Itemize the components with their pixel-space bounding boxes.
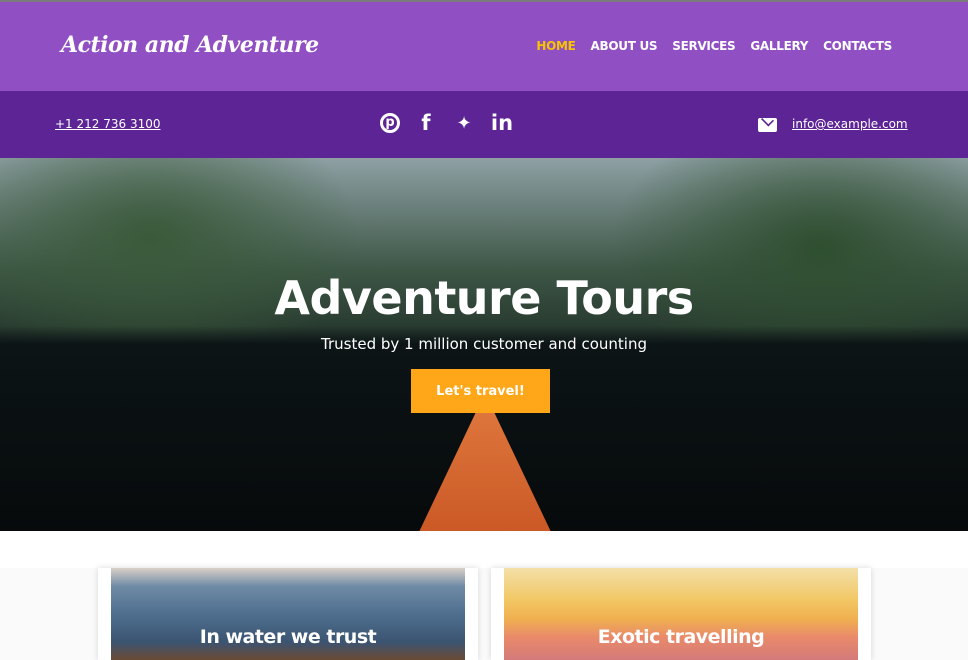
facebook-icon[interactable]: f	[414, 111, 438, 135]
social-links: p f ✦ in	[380, 111, 514, 135]
card-title: In water we trust	[199, 626, 377, 648]
main-nav: HOME ABOUT US SERVICES GALLERY CONTACTS	[536, 39, 892, 53]
nav-services[interactable]: SERVICES	[672, 39, 735, 53]
phone-link[interactable]: +1 212 736 3100	[55, 117, 160, 131]
email-link[interactable]: info@example.com	[792, 117, 908, 131]
twitter-icon[interactable]: ✦	[452, 113, 476, 134]
nav-contacts[interactable]: CONTACTS	[823, 39, 892, 53]
kayak-image	[390, 393, 580, 531]
nav-about-us[interactable]: ABOUT US	[591, 39, 658, 53]
nav-gallery[interactable]: GALLERY	[750, 39, 808, 53]
contact-bar: +1 212 736 3100 p f ✦ in info@example.co…	[0, 91, 968, 158]
lets-travel-button[interactable]: Let's travel!	[411, 369, 550, 413]
card-in-water[interactable]: In water we trust	[98, 568, 478, 660]
envelope-icon	[758, 118, 777, 132]
site-logo[interactable]: Action and Adventure	[61, 32, 319, 58]
pinterest-icon[interactable]: p	[380, 113, 400, 133]
hero-banner: Adventure Tours Trusted by 1 million cus…	[0, 158, 968, 531]
top-header: Action and Adventure HOME ABOUT US SERVI…	[0, 0, 968, 91]
hero-subtitle: Trusted by 1 million customer and counti…	[321, 335, 647, 353]
card-exotic[interactable]: Exotic travelling	[491, 568, 871, 660]
card-title: Exotic travelling	[597, 626, 765, 648]
hero-title: Adventure Tours	[274, 271, 694, 325]
linkedin-icon[interactable]: in	[490, 111, 514, 135]
nav-home[interactable]: HOME	[536, 39, 575, 53]
